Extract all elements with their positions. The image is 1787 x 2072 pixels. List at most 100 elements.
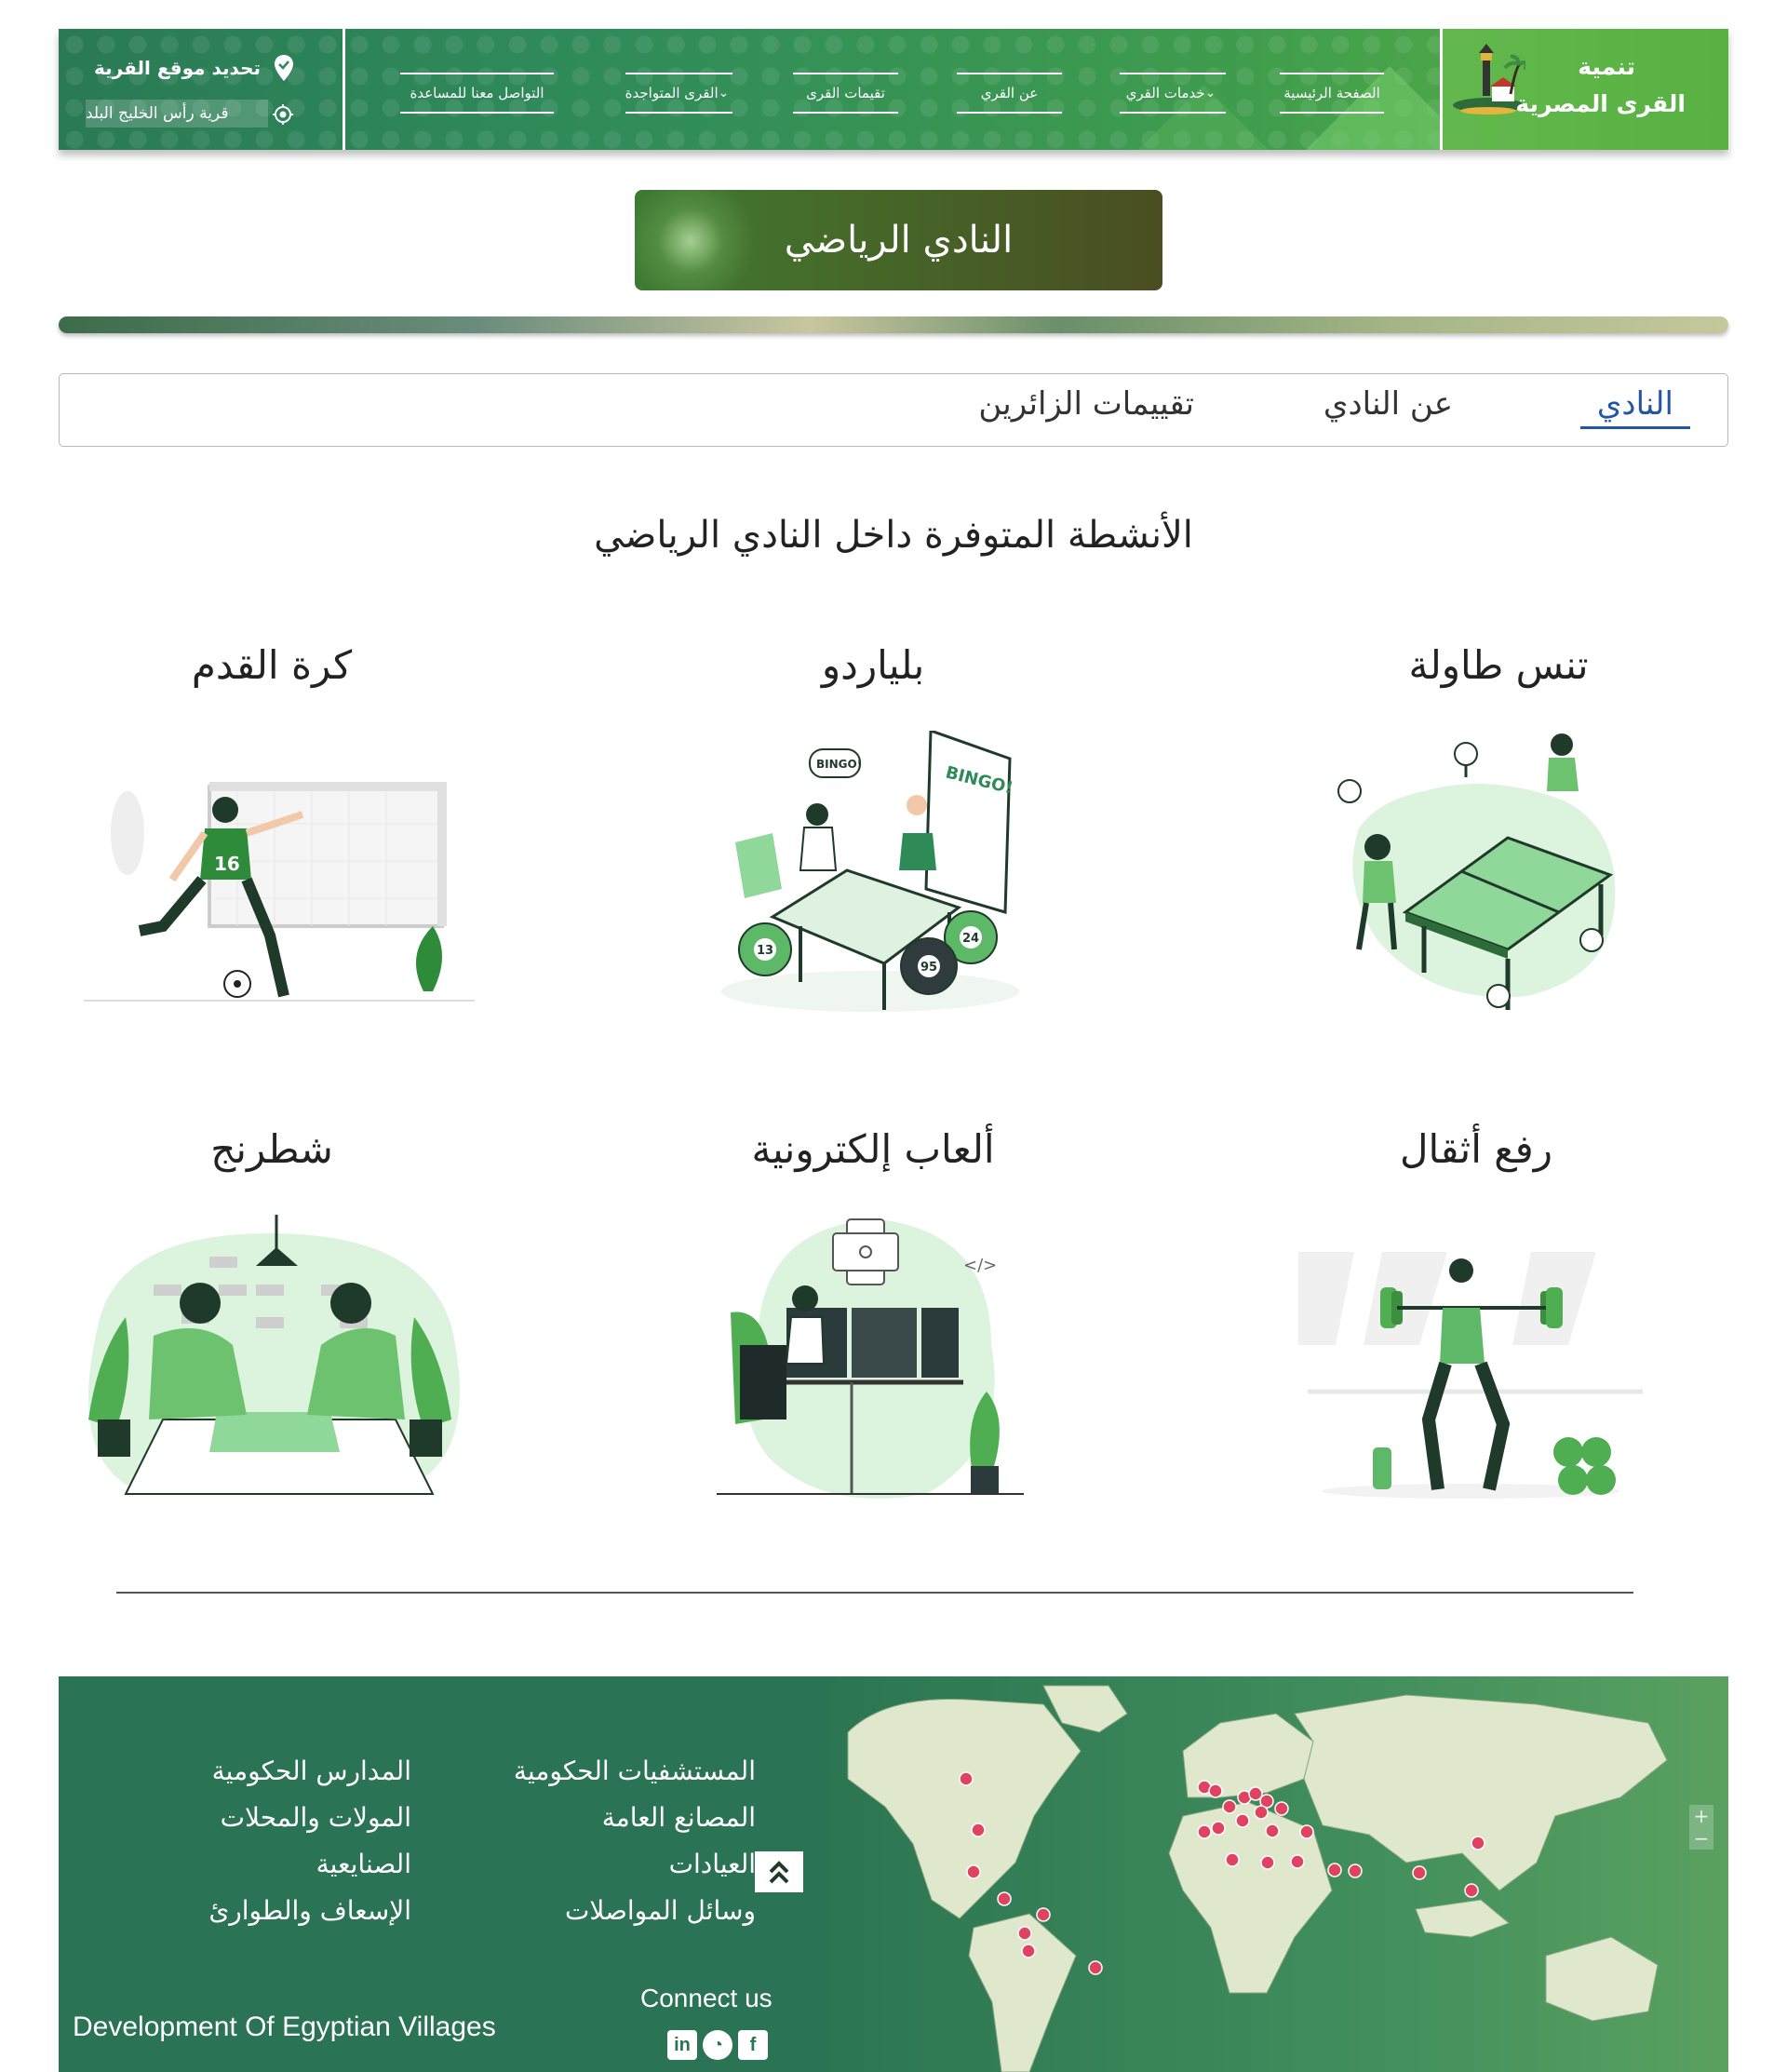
ball-number: 95 [920, 961, 937, 975]
activity-title: تنس طاولة [1408, 642, 1589, 688]
north-america-shape [847, 1698, 1082, 1919]
linkedin-glyph: in [674, 2034, 691, 2055]
nav-link-label: عن القري [980, 85, 1039, 101]
map-marker[interactable] [1290, 1854, 1305, 1869]
footer-link-malls[interactable]: المولات والمحلات [221, 1802, 411, 1833]
map-marker[interactable] [1222, 1799, 1237, 1814]
nav-link-village-services[interactable]: خدمات القري ⌄ [1120, 73, 1226, 114]
current-village-label: قرية رأس الخليج البلد [86, 104, 229, 123]
map-marker[interactable] [966, 1864, 981, 1879]
chess-illustration[interactable] [60, 1215, 479, 1499]
map-marker[interactable] [997, 1891, 1012, 1906]
jersey-number: 16 [214, 853, 240, 875]
map-marker[interactable] [1412, 1865, 1427, 1880]
map-marker[interactable] [1327, 1863, 1342, 1877]
brand-title-line2: القرى المصرية [1515, 90, 1686, 117]
map-marker[interactable] [1021, 1944, 1036, 1958]
nav-link-about-villages[interactable]: عن القري [957, 73, 1062, 114]
map-marker[interactable] [1225, 1852, 1240, 1867]
chevron-down-icon: ⌄ [718, 86, 730, 101]
world-map-graphic [847, 1685, 1668, 2072]
village-logo-icon [1453, 44, 1525, 114]
facebook-glyph: f [749, 2034, 757, 2055]
map-marker[interactable] [1471, 1836, 1485, 1850]
connect-heading: Connect us [640, 1984, 773, 2012]
activity-title: كرة القدم [191, 642, 353, 688]
footer-link-hospitals[interactable]: المستشفيات الحكومية [514, 1756, 756, 1786]
map-marker[interactable] [1197, 1824, 1212, 1839]
map-zoom-out-button[interactable]: − [1689, 1827, 1713, 1850]
facebook-icon[interactable]: f [738, 2030, 768, 2060]
footer-link-schools[interactable]: المدارس الحكومية [212, 1756, 411, 1786]
map-zoom-in-button[interactable]: + [1689, 1805, 1713, 1827]
top-navbar: تنمية القرى المصرية الصفحة الرئيسية خدما… [59, 29, 1728, 150]
footer: + − المستشفيات الحكومية المصانع العامة ا… [59, 1676, 1728, 2072]
location-title: تحديد موقع القرية [94, 57, 261, 79]
football-illustration[interactable]: 16 [60, 740, 479, 1010]
chevron-down-icon: ⌄ [1204, 86, 1216, 101]
map-marker[interactable] [1464, 1883, 1479, 1898]
footer-link-craftsmen[interactable]: الصنايعية [316, 1849, 411, 1879]
tab-visitor-reviews[interactable]: تقييمات الزائرين [978, 385, 1194, 423]
section-title: الأنشطة المتوفرة داخل النادي الرياضي [594, 514, 1193, 557]
ball-number: 13 [757, 944, 773, 958]
page-banner: النادي الرياضي [635, 190, 1162, 290]
code-icon: </> [963, 1256, 997, 1275]
map-marker[interactable] [971, 1823, 986, 1837]
footer-tagline: Development Of Egyptian Villages [73, 2011, 496, 2042]
map-marker[interactable] [1036, 1907, 1051, 1922]
map-marker[interactable] [959, 1771, 974, 1786]
tab-club[interactable]: النادي [1579, 385, 1690, 429]
tab-about-club[interactable]: عن النادي [1323, 385, 1453, 423]
activity-title: شطرنج [210, 1126, 333, 1172]
weightlifting-illustration[interactable] [1298, 1215, 1643, 1503]
map-marker[interactable] [1260, 1855, 1275, 1870]
nav-link-label: التواصل معنا للمساعدة [410, 85, 544, 101]
nav-link-label: القرى المتواجدة [625, 85, 719, 101]
map-pin-icon [275, 55, 293, 81]
nav-link-label: الصفحة الرئيسية [1283, 85, 1380, 101]
map-marker[interactable] [1348, 1863, 1363, 1878]
activity-title: بلياردو [821, 642, 925, 688]
whatsapp-icon[interactable]: ◔ [703, 2030, 732, 2060]
map-marker[interactable] [1088, 1960, 1103, 1975]
australia-shape [1545, 1936, 1659, 2022]
indonesia-shape [1415, 1899, 1510, 1938]
footer-link-clinics[interactable]: العيادات [669, 1849, 756, 1879]
billiards-illustration[interactable]: BINGO! BINGO! 13 24 95 [717, 731, 1024, 1019]
map-marker[interactable] [1211, 1821, 1226, 1836]
map-marker[interactable] [1265, 1823, 1280, 1838]
nav-link-home[interactable]: الصفحة الرئيسية [1280, 73, 1384, 114]
linkedin-icon[interactable]: in [667, 2030, 697, 2060]
whatsapp-glyph: ◔ [711, 2034, 724, 2055]
gps-target-icon [273, 104, 293, 125]
map-marker[interactable] [1254, 1805, 1269, 1820]
current-village[interactable]: قرية رأس الخليج البلد [86, 100, 268, 128]
footer-link-factories[interactable]: المصانع العامة [602, 1802, 756, 1833]
nav-link-contact-help[interactable]: التواصل معنا للمساعدة [400, 73, 554, 114]
location-selector[interactable]: تحديد موقع القرية قرية رأس الخليج البلد [59, 29, 345, 150]
footer-link-transport[interactable]: وسائل المواصلات [565, 1895, 756, 1926]
map-marker[interactable] [1299, 1824, 1314, 1839]
nav-link-label: خدمات القري [1125, 85, 1205, 101]
nav-link-village-ratings[interactable]: تقيمات القرى [793, 73, 898, 114]
activity-title: ألعاب إلكترونية [751, 1126, 995, 1172]
activity-title: رفع أثقال [1400, 1126, 1552, 1172]
map-marker[interactable] [1274, 1801, 1289, 1816]
table-tennis-illustration[interactable] [1322, 726, 1629, 1024]
footer-link-emergency[interactable]: الإسعاف والطوارئ [208, 1895, 411, 1926]
nav-link-label: تقيمات القرى [806, 85, 885, 101]
tab-bar: النادي عن النادي تقييمات الزائرين [59, 373, 1728, 447]
brand-block[interactable]: تنمية القرى المصرية [1440, 29, 1728, 150]
scroll-to-top-button[interactable] [755, 1851, 803, 1892]
nav-link-available-villages[interactable]: القرى المتواجدة ⌄ [625, 73, 732, 114]
double-chevron-up-icon [769, 1861, 789, 1884]
map-marker[interactable] [1208, 1783, 1223, 1798]
banner-decoration [635, 190, 765, 290]
ball-number: 24 [962, 932, 979, 946]
map-marker[interactable] [1235, 1813, 1250, 1828]
gaming-illustration[interactable]: </> [712, 1215, 1028, 1503]
page-title: النادي الرياضي [784, 219, 1014, 262]
map-marker[interactable] [1017, 1926, 1032, 1941]
world-map: + − [829, 1676, 1728, 2072]
